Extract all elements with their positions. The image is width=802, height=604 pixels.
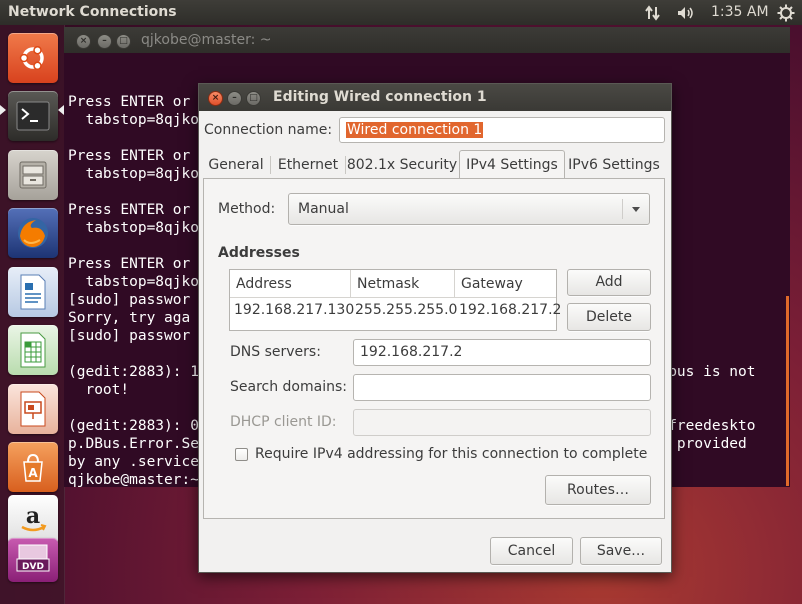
top-panel: Network Connections 1:35 AM bbox=[0, 0, 802, 25]
column-header-address[interactable]: Address bbox=[230, 270, 351, 298]
terminal-close-button[interactable]: × bbox=[76, 34, 91, 49]
terminal-title: qjkobe@master: ~ bbox=[141, 32, 272, 48]
svg-text:A: A bbox=[28, 466, 38, 480]
calc-icon[interactable] bbox=[8, 325, 58, 375]
svg-text:a: a bbox=[26, 505, 40, 529]
impress-icon[interactable] bbox=[8, 384, 58, 434]
netmask-cell[interactable]: 255.255.255.0 bbox=[351, 299, 457, 321]
launcher: A a DVD bbox=[0, 25, 65, 604]
delete-button[interactable]: Delete bbox=[567, 303, 651, 331]
tab-ethernet[interactable]: Ethernet bbox=[271, 152, 345, 178]
method-label: Method: bbox=[218, 201, 276, 217]
add-button[interactable]: Add bbox=[567, 269, 651, 296]
search-domains-label: Search domains: bbox=[230, 379, 347, 395]
app-title: Network Connections bbox=[8, 4, 177, 20]
firefox-icon[interactable] bbox=[8, 208, 58, 258]
svg-text:DVD: DVD bbox=[22, 562, 44, 572]
network-arrows-icon[interactable] bbox=[640, 2, 666, 23]
dns-servers-label: DNS servers: bbox=[230, 344, 321, 360]
tab-general[interactable]: General bbox=[203, 152, 269, 178]
gear-icon[interactable] bbox=[774, 2, 798, 23]
clock[interactable]: 1:35 AM bbox=[711, 4, 769, 20]
connection-name-label: Connection name: bbox=[204, 122, 333, 138]
connection-name-field[interactable]: Wired connection 1 bbox=[339, 117, 665, 143]
terminal-scroll-indicator bbox=[786, 296, 789, 486]
tab-ipv4-settings[interactable]: IPv4 Settings bbox=[459, 150, 565, 180]
active-indicator-left bbox=[0, 105, 6, 115]
tab-ipv6-settings[interactable]: IPv6 Settings bbox=[564, 152, 664, 178]
terminal-minimize-button[interactable]: – bbox=[97, 34, 112, 49]
writer-icon[interactable] bbox=[8, 267, 58, 317]
require-ipv4-label[interactable]: Require IPv4 addressing for this connect… bbox=[255, 446, 647, 462]
tab-802-1x-security[interactable]: 802.1x Security bbox=[346, 152, 458, 178]
terminal-titlebar[interactable]: × – □ qjkobe@master: ~ bbox=[64, 27, 790, 53]
chevron-down-icon bbox=[632, 207, 640, 212]
dialog-titlebar[interactable]: × – □ Editing Wired connection 1 bbox=[199, 84, 671, 111]
gateway-cell[interactable]: 192.168.217.2 bbox=[455, 299, 561, 321]
search-domains-field[interactable] bbox=[353, 374, 651, 401]
files-icon[interactable] bbox=[8, 150, 58, 200]
column-header-netmask[interactable]: Netmask bbox=[351, 270, 455, 298]
dialog-close-button[interactable]: × bbox=[208, 91, 223, 106]
dvd-icon[interactable]: DVD bbox=[8, 538, 58, 582]
dialog-title: Editing Wired connection 1 bbox=[273, 89, 487, 105]
volume-icon[interactable] bbox=[673, 2, 699, 23]
cancel-button[interactable]: Cancel bbox=[490, 537, 573, 565]
dhcp-client-id-label: DHCP client ID: bbox=[230, 414, 337, 430]
addresses-table[interactable]: Address Netmask Gateway 192.168.217.130 … bbox=[229, 269, 561, 331]
method-value: Manual bbox=[298, 201, 349, 217]
dialog-maximize-button[interactable]: □ bbox=[246, 91, 261, 106]
require-ipv4-checkbox[interactable] bbox=[235, 448, 248, 461]
dialog-minimize-button[interactable]: – bbox=[227, 91, 242, 106]
address-cell[interactable]: 192.168.217.130 bbox=[230, 299, 354, 321]
routes-button[interactable]: Routes… bbox=[545, 475, 651, 505]
terminal-maximize-button[interactable]: □ bbox=[116, 34, 131, 49]
addresses-heading: Addresses bbox=[218, 245, 300, 261]
terminal-output[interactable]: Press ENTER or tabstop=8qjko Press ENTER… bbox=[68, 93, 199, 489]
ubuntu-dash-icon[interactable] bbox=[8, 33, 58, 83]
column-header-gateway[interactable]: Gateway bbox=[455, 270, 556, 298]
edit-connection-dialog: × – □ Editing Wired connection 1 Connect… bbox=[198, 83, 672, 573]
terminal-icon[interactable] bbox=[8, 91, 58, 141]
software-center-icon[interactable]: A bbox=[8, 442, 58, 492]
save-button[interactable]: Save… bbox=[580, 537, 662, 565]
method-combo[interactable]: Manual bbox=[288, 193, 650, 225]
dhcp-client-id-field bbox=[353, 409, 651, 436]
connection-name-value: Wired connection 1 bbox=[346, 122, 484, 138]
dns-servers-value: 192.168.217.2 bbox=[360, 344, 463, 360]
dns-servers-field[interactable]: 192.168.217.2 bbox=[353, 339, 651, 366]
